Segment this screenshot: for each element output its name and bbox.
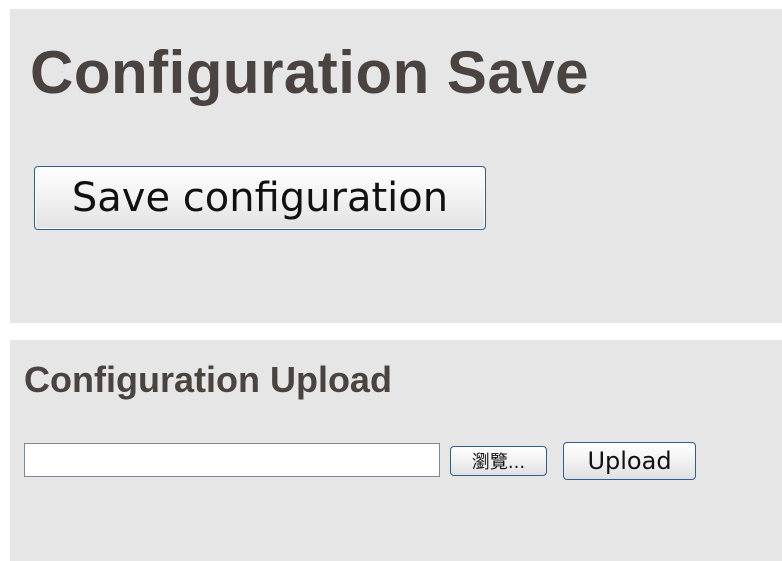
file-path-input[interactable] — [24, 443, 440, 477]
configuration-save-panel: Configuration Save Save configuration — [10, 9, 782, 323]
configuration-upload-title: Configuration Upload — [24, 359, 392, 400]
configuration-save-title: Configuration Save — [30, 39, 590, 106]
configuration-upload-panel: Configuration Upload 瀏覽... Upload — [10, 340, 782, 561]
upload-button[interactable]: Upload — [563, 442, 696, 480]
browse-button[interactable]: 瀏覽... — [450, 446, 547, 476]
save-configuration-button[interactable]: Save configuration — [34, 166, 486, 230]
